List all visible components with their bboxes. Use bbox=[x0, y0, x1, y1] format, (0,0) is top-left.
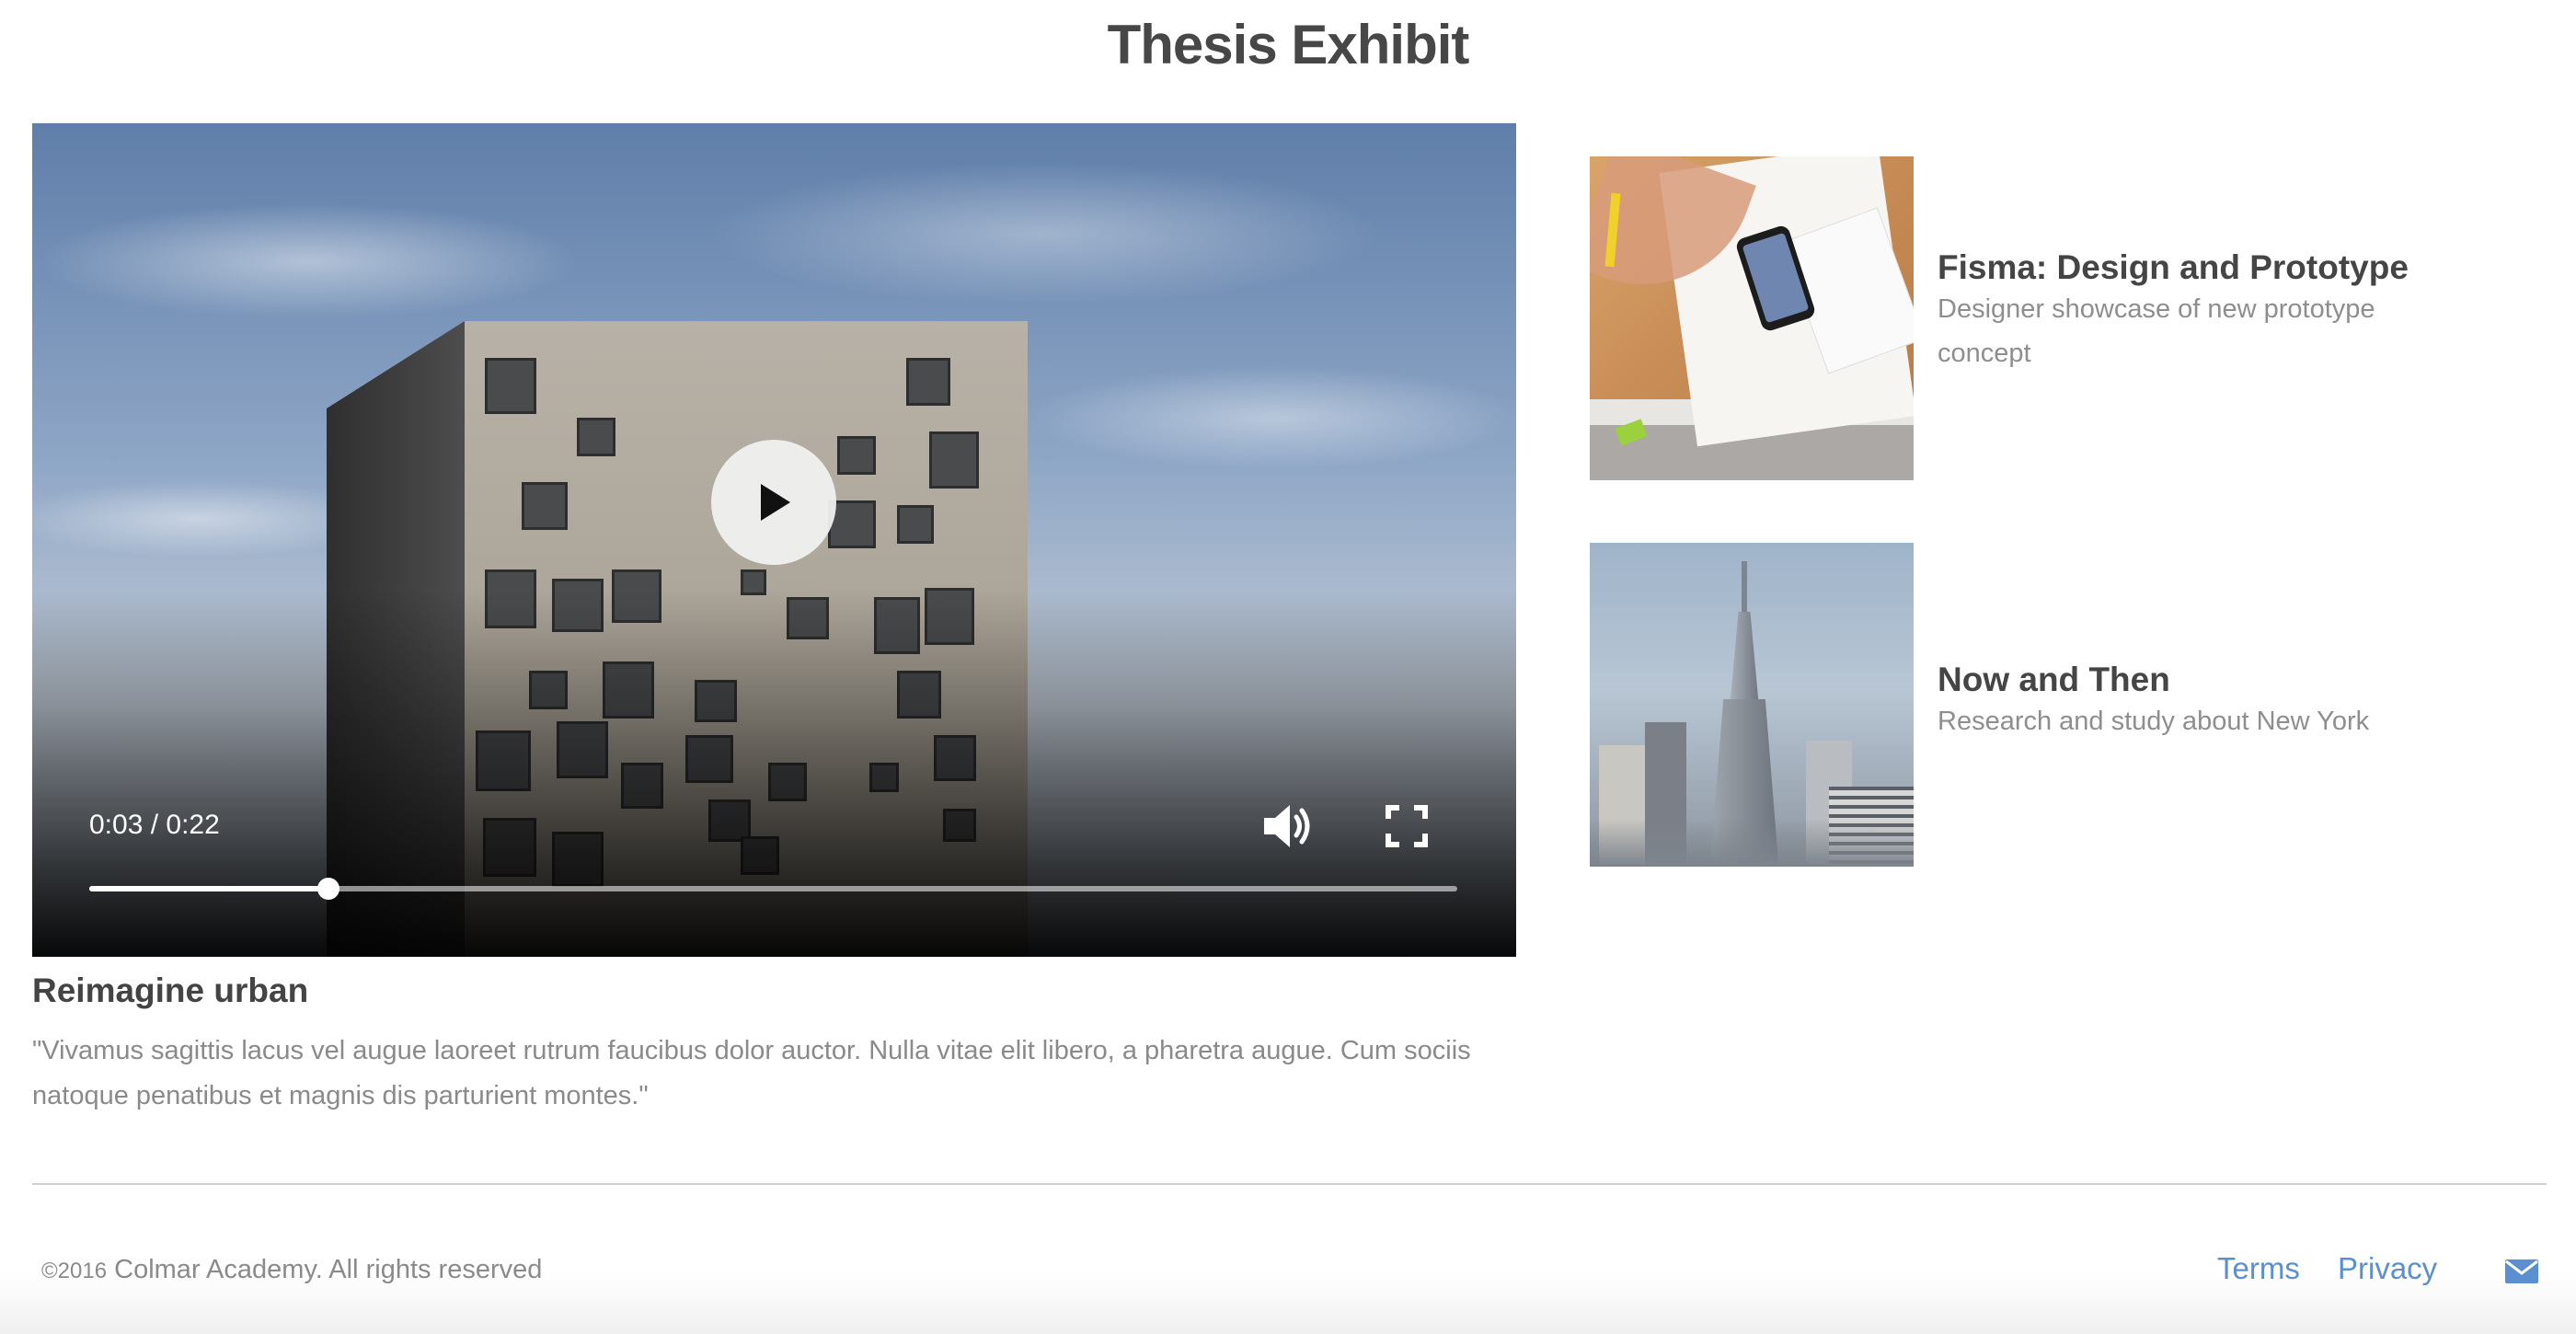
side-item[interactable]: Fisma: Design and Prototype Designer sho… bbox=[1590, 156, 2510, 480]
play-icon bbox=[761, 484, 790, 521]
fullscreen-icon[interactable] bbox=[1385, 804, 1429, 848]
side-item[interactable]: Now and Then Research and study about Ne… bbox=[1590, 543, 2510, 867]
terms-link[interactable]: Terms bbox=[2217, 1251, 2300, 1286]
side-item-description: Research and study about New York bbox=[1938, 707, 2370, 736]
side-item-title[interactable]: Now and Then bbox=[1938, 661, 2453, 699]
thumbnail-design[interactable] bbox=[1590, 156, 1914, 480]
copyright-year: ©2016 bbox=[41, 1259, 108, 1283]
footer: ©2016 Colmar Academy. All rights reserve… bbox=[0, 1196, 2576, 1334]
video-progress-fill bbox=[89, 886, 329, 891]
side-item-description: Designer showcase of new prototype conce… bbox=[1938, 294, 2375, 368]
play-button[interactable] bbox=[711, 440, 836, 565]
copyright-text: Colmar Academy. All rights reserved bbox=[114, 1255, 543, 1284]
video-shade bbox=[32, 589, 1516, 957]
video-player[interactable]: 0:03 / 0:22 bbox=[32, 123, 1516, 957]
side-item-title[interactable]: Fisma: Design and Prototype bbox=[1938, 248, 2453, 287]
video-time: 0:03 / 0:22 bbox=[89, 810, 220, 840]
privacy-link[interactable]: Privacy bbox=[2338, 1251, 2437, 1286]
thumbnail-new-york[interactable] bbox=[1590, 543, 1914, 867]
mail-icon[interactable] bbox=[2504, 1259, 2539, 1284]
page-title: Thesis Exhibit bbox=[1107, 14, 1470, 75]
copyright: ©2016 Colmar Academy. All rights reserve… bbox=[41, 1255, 542, 1285]
footer-divider bbox=[32, 1183, 2547, 1185]
video-title: Reimagine urban bbox=[32, 972, 309, 1009]
video-description: "Vivamus sagittis lacus vel augue laoree… bbox=[32, 1036, 1471, 1110]
video-progress-bar[interactable] bbox=[89, 878, 1457, 900]
volume-icon[interactable] bbox=[1260, 802, 1316, 850]
